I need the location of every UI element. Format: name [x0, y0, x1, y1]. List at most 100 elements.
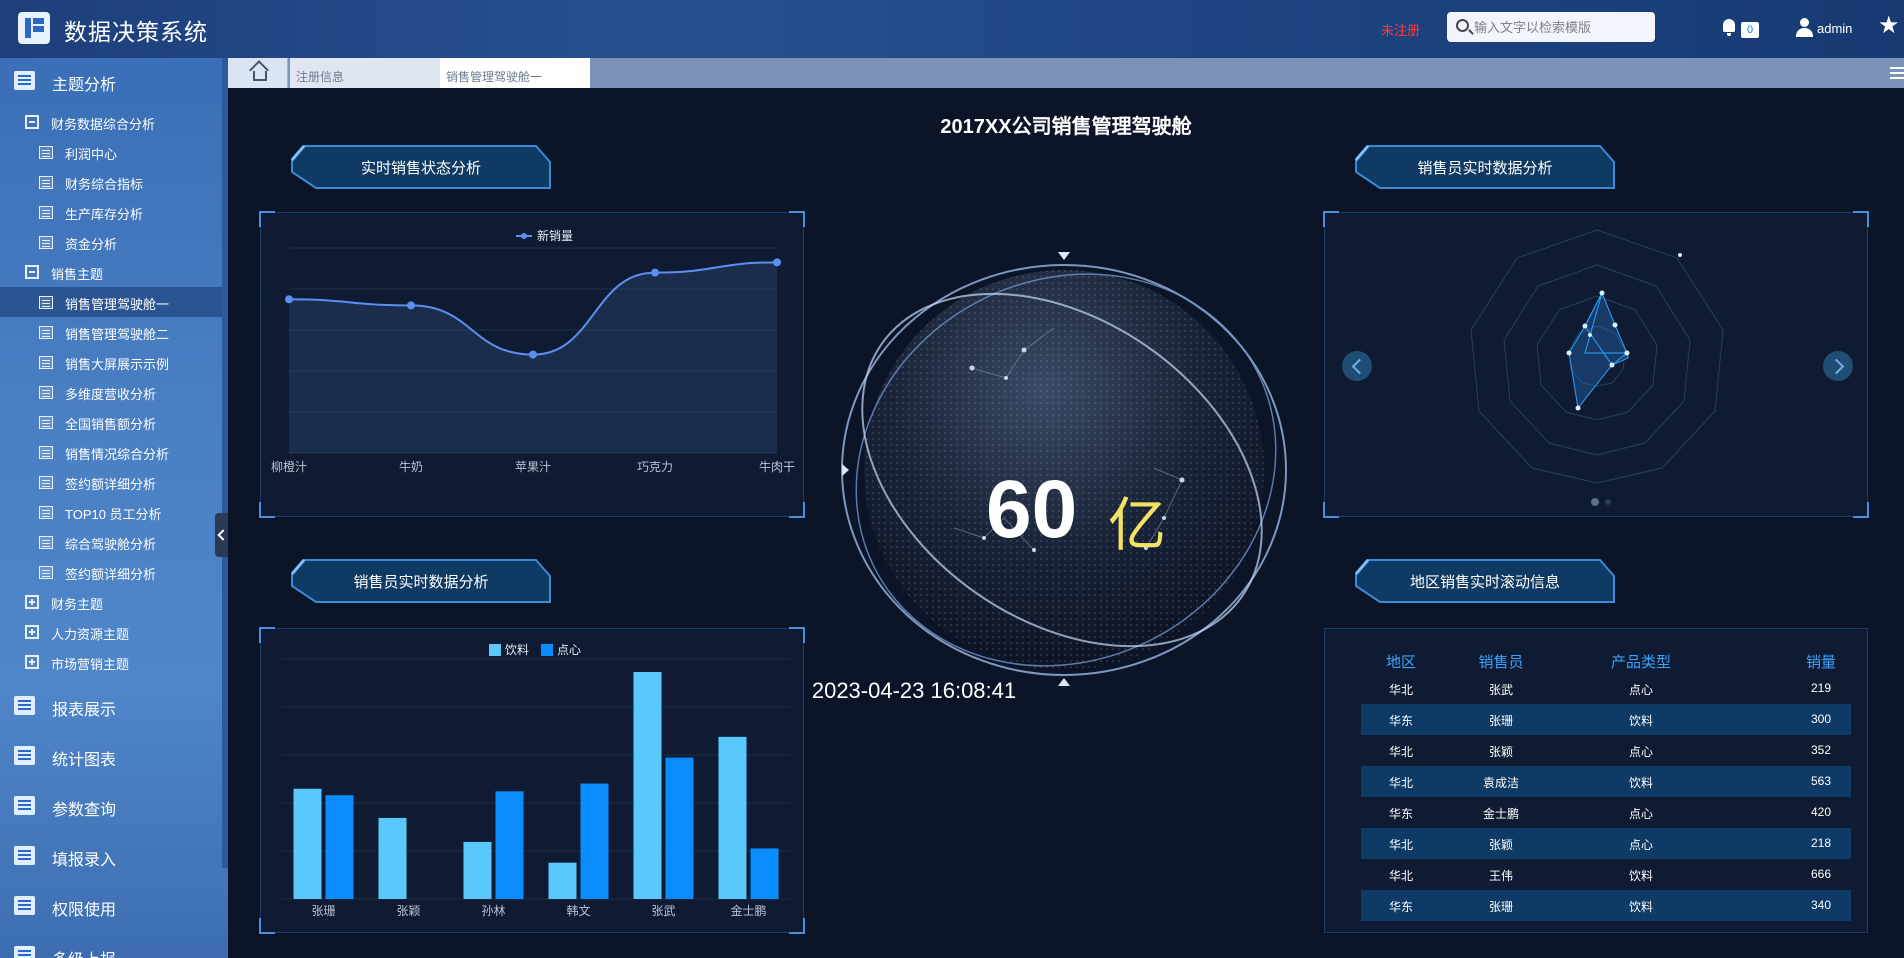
sidebar-section-data-entry[interactable]: 填报录入: [0, 833, 222, 877]
carousel-prev-button[interactable]: [1342, 351, 1372, 381]
bar-chart-panel: 张珊 张颖 孙林 韩文 张武 金士鹏 饮料 点心: [259, 627, 805, 934]
bar-chart[interactable]: 张珊 张颖 孙林 韩文 张武 金士鹏 饮料 点心: [261, 629, 805, 934]
panel-corner: [789, 627, 805, 643]
panel-corner: [1323, 211, 1339, 227]
sidebar-item-inventory-analysis[interactable]: 生产库存分析: [0, 197, 222, 227]
unregistered-link[interactable]: 未注册: [1381, 20, 1420, 39]
line-chart[interactable]: 柳橙汁 牛奶 苹果汁 巧克力 牛肉干 新销量: [261, 213, 805, 518]
sidebar-group-finance-topic[interactable]: 财务主题: [0, 587, 222, 617]
sidebar-item-label: 销售情况综合分析: [65, 447, 170, 462]
radar-chart[interactable]: [1325, 213, 1869, 518]
sidebar-item-label: 综合驾驶舱分析: [65, 537, 157, 552]
sidebar-group-label: 销售主题: [51, 267, 104, 282]
sidebar-section-multi-report[interactable]: 多级上报: [0, 933, 222, 958]
panel-title-text: 地区销售实时滚动信息: [1409, 574, 1560, 591]
sidebar-item-top10-staff[interactable]: TOP10 员工分析: [0, 497, 222, 527]
sidebar-section-label: 统计图表: [52, 752, 117, 769]
sidebar-item-contract-detail-2[interactable]: 签约额详细分析: [0, 557, 222, 587]
sidebar-item-sales-overview[interactable]: 销售情况综合分析: [0, 437, 222, 467]
panel-corner: [259, 502, 275, 518]
sidebar-item-label: 销售管理驾驶舱一: [65, 297, 170, 312]
carousel-dot[interactable]: [1605, 499, 1611, 505]
bar: [463, 841, 492, 899]
table-cell: 王伟: [1488, 869, 1513, 883]
sidebar-section-permissions[interactable]: 权限使用: [0, 883, 222, 927]
sidebar-section-label: 主题分析: [52, 77, 117, 94]
x-tick-label: 张珊: [311, 904, 335, 918]
bell-icon[interactable]: [1721, 19, 1737, 36]
star-icon[interactable]: ★: [1878, 14, 1900, 38]
carousel-dot-active[interactable]: [1591, 498, 1599, 506]
report-icon: [14, 696, 35, 715]
sidebar-item-label: 签约额详细分析: [65, 567, 157, 582]
table-cell: 华北: [1388, 869, 1413, 883]
sidebar-section-query[interactable]: 参数查询: [0, 783, 222, 827]
sidebar-item-sales-cockpit-2[interactable]: 销售管理驾驶舱二: [0, 317, 222, 347]
search-input[interactable]: [1474, 17, 1649, 37]
notification-count-badge[interactable]: 0: [1741, 22, 1759, 38]
sidebar-item-revenue-analysis[interactable]: 多维度营收分析: [0, 377, 222, 407]
panel-corner: [1853, 918, 1867, 932]
report-icon: [39, 386, 53, 399]
sidebar-section-label: 权限使用: [52, 902, 117, 919]
table-cell: 华东: [1388, 714, 1413, 728]
sidebar-section-label: 参数查询: [52, 802, 117, 819]
tab-bar: 注册信息 销售管理驾驶舱一: [228, 58, 1904, 88]
menu-icon[interactable]: [1890, 67, 1904, 79]
tab-registration-info[interactable]: 注册信息: [290, 58, 440, 88]
table-row: 华东 金士鹏 点心 420: [1361, 797, 1851, 828]
sidebar-item-sales-cockpit-1[interactable]: 销售管理驾驶舱一: [0, 287, 222, 317]
bar: [548, 862, 577, 899]
report-icon: [14, 896, 35, 915]
x-tick-label: 牛奶: [399, 459, 423, 474]
template-search[interactable]: [1447, 12, 1655, 42]
user-name[interactable]: admin: [1817, 21, 1852, 36]
table-cell: 563: [1810, 774, 1832, 788]
expand-icon: [25, 625, 39, 639]
panel-corner: [1325, 918, 1339, 932]
sidebar-collapse-button[interactable]: [215, 513, 228, 557]
sidebar-item-contract-detail[interactable]: 签约额详细分析: [0, 467, 222, 497]
table-cell: 华东: [1388, 807, 1413, 821]
tab-sales-cockpit-1[interactable]: 销售管理驾驶舱一: [440, 58, 590, 88]
sidebar-group-label: 市场营销主题: [51, 657, 130, 672]
carousel-next-button[interactable]: [1823, 351, 1853, 381]
x-tick-label: 张武: [651, 904, 675, 918]
sidebar-group-marketing-topic[interactable]: 市场营销主题: [0, 647, 222, 677]
total-sales-unit: 亿: [1108, 493, 1167, 558]
sidebar-item-fund-analysis[interactable]: 资金分析: [0, 227, 222, 257]
collapse-icon: [25, 115, 39, 129]
table-row: 华北 张颖 点心 218: [1361, 828, 1851, 859]
expand-icon: [25, 595, 39, 609]
sidebar-section-label: 填报录入: [52, 852, 117, 869]
table-header-cell: 销量: [1805, 654, 1836, 671]
sidebar-group-sales[interactable]: 销售主题: [0, 257, 222, 287]
sidebar-group-finance-analysis[interactable]: 财务数据综合分析: [0, 107, 222, 137]
sidebar-item-label: 签约额详细分析: [65, 477, 157, 492]
report-icon: [14, 846, 35, 865]
table-header: 地区 销售员 产品类型 销量: [1361, 643, 1851, 673]
user-icon[interactable]: [1795, 18, 1813, 38]
sidebar-item-cockpit-analysis[interactable]: 综合驾驶舱分析: [0, 527, 222, 557]
sidebar-item-profit-center[interactable]: 利润中心: [0, 137, 222, 167]
bar: [665, 757, 694, 899]
table-cell: 张颖: [1488, 838, 1513, 852]
sidebar-item-national-sales[interactable]: 全国销售额分析: [0, 407, 222, 437]
sidebar-section-theme-analysis[interactable]: 主题分析: [0, 58, 222, 102]
sidebar-section-reports[interactable]: 报表展示: [0, 683, 222, 727]
sidebar-item-finance-indicators[interactable]: 财务综合指标: [0, 167, 222, 197]
report-icon: [39, 506, 53, 519]
sidebar-section-charts[interactable]: 统计图表: [0, 733, 222, 777]
report-icon: [39, 446, 53, 459]
data-point: [651, 268, 659, 277]
panel-corner: [1323, 502, 1339, 518]
tab-home[interactable]: [228, 58, 288, 88]
panel-corner: [259, 627, 275, 643]
chart-icon: [39, 176, 53, 189]
report-icon: [39, 566, 53, 579]
app-logo-icon: [18, 12, 50, 44]
sidebar-group-hr-topic[interactable]: 人力资源主题: [0, 617, 222, 647]
sidebar-item-big-screen-demo[interactable]: 销售大屏展示示例: [0, 347, 222, 377]
legend-marker: [521, 233, 527, 239]
sidebar-section-label: 多级上报: [52, 946, 116, 958]
